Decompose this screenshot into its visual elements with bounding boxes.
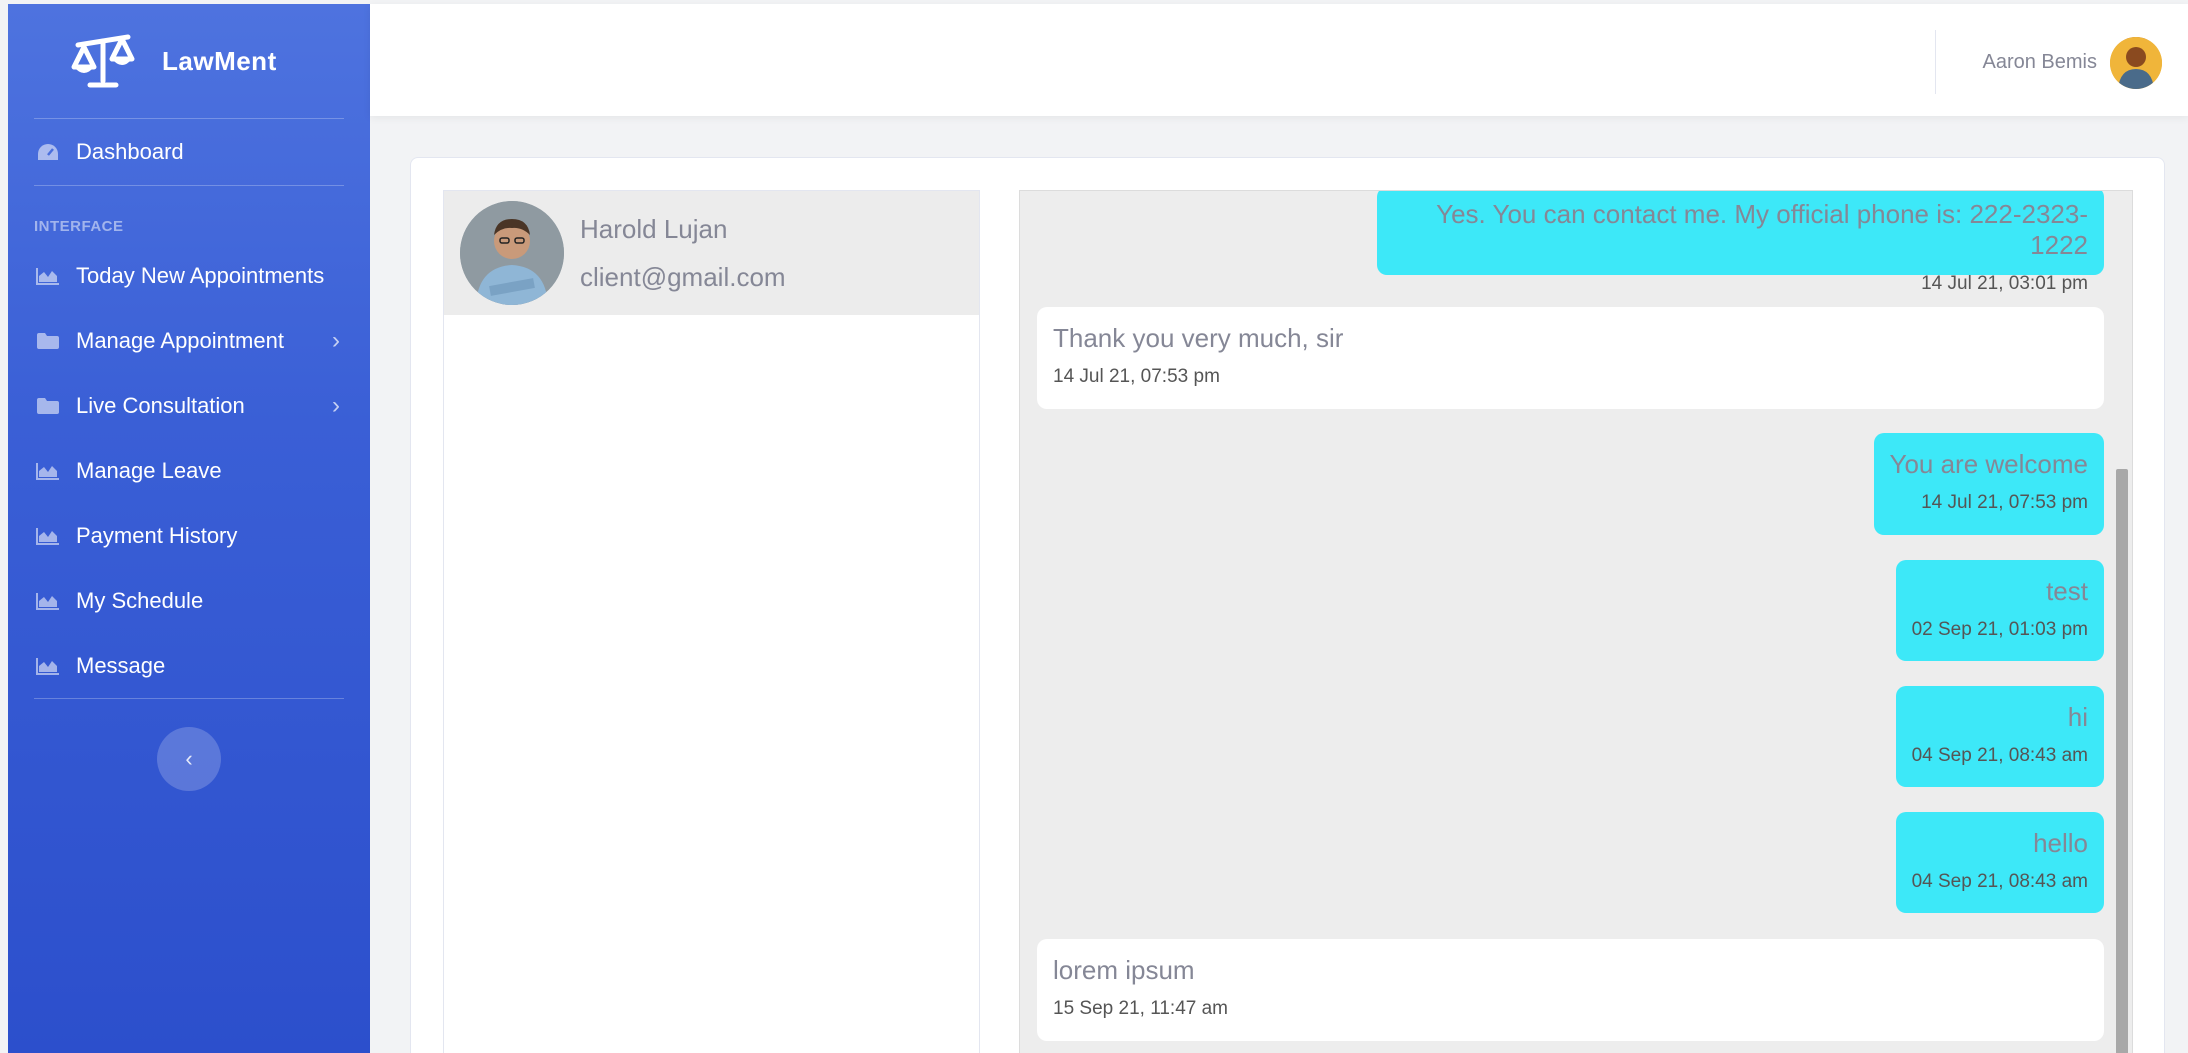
message-text: test [2046, 576, 2088, 606]
sidebar-item-today-new-appointments[interactable]: Today New Appointments [8, 243, 370, 308]
message-time: 15 Sep 21, 11:47 am [1053, 998, 1228, 1019]
sidebar-item-manage-appointment[interactable]: Manage Appointment › [8, 308, 370, 373]
message-text: Thank you very much, sir [1053, 323, 1344, 353]
sidebar-toggle-button[interactable]: ‹ [157, 727, 221, 791]
topbar: Aaron Bemis [370, 4, 2188, 116]
message-bubble-sent: test 02 Sep 21, 01:03 pm [1895, 560, 2104, 661]
sidebar-divider [34, 698, 344, 699]
sidebar-item-message[interactable]: Message [8, 633, 370, 698]
message-time: 02 Sep 21, 01:03 pm [1911, 619, 2088, 640]
contact-avatar [460, 201, 564, 305]
message-time: 14 Jul 21, 03:01 pm [1921, 273, 2088, 294]
sidebar-item-dashboard[interactable]: Dashboard [8, 119, 370, 185]
sidebar-item-live-consultation[interactable]: Live Consultation › [8, 373, 370, 438]
contact-item[interactable]: Harold Lujan client@gmail.com [444, 191, 979, 315]
contact-email: client@gmail.com [580, 262, 786, 292]
sidebar-item-label: Dashboard [76, 139, 184, 164]
area-chart-icon [34, 655, 62, 677]
chevron-left-icon: ‹ [185, 746, 193, 771]
message-text: You are welcome [1889, 449, 2089, 479]
message-text: lorem ipsum [1053, 955, 1195, 985]
chat-scrollbar[interactable] [2116, 469, 2128, 1053]
message-text: Yes. You can contact me. My official pho… [1436, 199, 2088, 260]
sidebar-item-label: Manage Appointment [76, 327, 284, 353]
brand[interactable]: LawMent [8, 4, 370, 118]
sidebar-section-heading: INTERFACE [34, 218, 124, 235]
avatar[interactable] [2110, 37, 2162, 89]
chevron-right-icon: › [332, 391, 340, 419]
area-chart-icon [34, 525, 62, 547]
sidebar-item-payment-history[interactable]: Payment History [8, 503, 370, 568]
area-chart-icon [34, 265, 62, 287]
folder-icon [34, 395, 62, 417]
sidebar-item-label: Today New Appointments [76, 262, 325, 288]
message-time: 14 Jul 21, 07:53 pm [1053, 366, 1220, 387]
message-bubble-received: Thank you very much, sir 14 Jul 21, 07:5… [1037, 307, 2104, 409]
message-time: 04 Sep 21, 08:43 am [1911, 871, 2088, 892]
message-text: hello [2033, 828, 2088, 858]
speedometer-icon [34, 141, 62, 163]
sidebar-item-label: Message [76, 652, 166, 678]
contacts-list: Harold Lujan client@gmail.com [443, 190, 980, 1053]
topbar-divider [1935, 30, 1936, 94]
message-bubble-sent: You are welcome 14 Jul 21, 07:53 pm [1873, 433, 2104, 535]
message-time: 14 Jul 21, 07:53 pm [1921, 492, 2088, 513]
chevron-right-icon: › [332, 326, 340, 354]
message-bubble-sent: Yes. You can contact me. My official pho… [1377, 191, 2104, 294]
brand-name: LawMent [162, 45, 277, 76]
contact-info: Harold Lujan client@gmail.com [580, 205, 786, 301]
sidebar-item-label: Payment History [76, 522, 238, 548]
sidebar-item-manage-leave[interactable]: Manage Leave [8, 438, 370, 503]
sidebar-item-label: Manage Leave [76, 457, 222, 483]
sidebar: LawMent Dashboard INTERFACE Today New Ap… [8, 4, 370, 1053]
message-bubble-sent: hi 04 Sep 21, 08:43 am [1895, 686, 2104, 787]
area-chart-icon [34, 460, 62, 482]
scales-of-justice-icon [68, 29, 138, 93]
sidebar-item-my-schedule[interactable]: My Schedule [8, 568, 370, 633]
chat-messages[interactable]: Yes. You can contact me. My official pho… [1019, 190, 2133, 1053]
message-bubble-received: lorem ipsum 15 Sep 21, 11:47 am [1037, 939, 2104, 1041]
user-name[interactable]: Aaron Bemis [1983, 51, 2098, 74]
message-time: 04 Sep 21, 08:43 am [1911, 745, 2088, 766]
area-chart-icon [34, 590, 62, 612]
message-bubble-sent: hello 04 Sep 21, 08:43 am [1895, 812, 2104, 913]
sidebar-item-label: My Schedule [76, 587, 204, 613]
sidebar-item-label: Live Consultation [76, 392, 245, 418]
folder-icon [34, 330, 62, 352]
contact-name: Harold Lujan [580, 214, 728, 244]
message-text: hi [2067, 702, 2088, 732]
